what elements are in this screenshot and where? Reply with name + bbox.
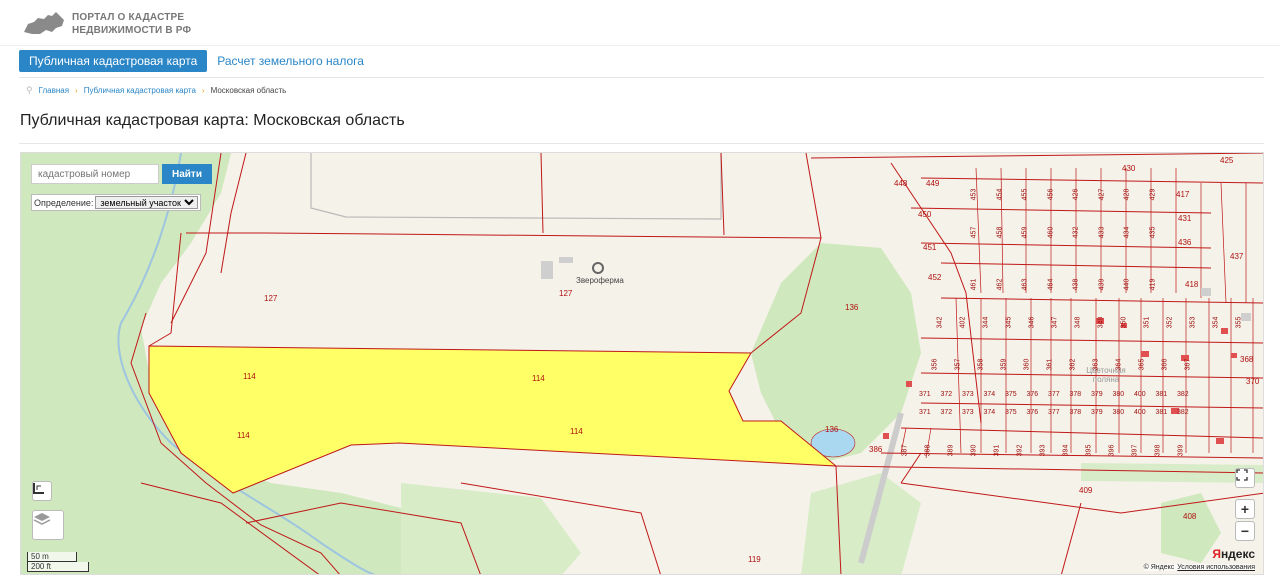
ruler-icon xyxy=(33,483,44,494)
page-title: Публичная кадастровая карта: Московская … xyxy=(20,112,405,129)
fullscreen-icon xyxy=(1236,469,1248,481)
zoom-out-button[interactable]: − xyxy=(1235,521,1255,541)
scale-meters: 50 m xyxy=(27,552,77,562)
breadcrumb-separator-icon: › xyxy=(75,86,78,95)
zoom-in-button[interactable]: + xyxy=(1235,499,1255,519)
site-header: ПОРТАЛ О КАДАСТРЕ НЕДВИЖИМОСТИ В РФ xyxy=(22,6,191,42)
map-scale: 50 m 200 ft xyxy=(27,552,89,572)
logo-line1: ПОРТАЛ О КАДАСТРЕ xyxy=(72,12,185,23)
main-nav: Публичная кадастровая карта Расчет земел… xyxy=(19,50,374,72)
location-pin-icon: ⚲ xyxy=(26,85,33,95)
layers-icon xyxy=(33,513,51,525)
nav-divider xyxy=(19,77,1264,78)
fullscreen-button[interactable] xyxy=(1235,468,1255,488)
breadcrumb: ⚲ Главная › Публичная кадастровая карта … xyxy=(26,85,286,96)
map-canvas[interactable] xyxy=(21,153,1264,575)
logo-line2: НЕДВИЖИМОСТИ В РФ xyxy=(72,25,192,36)
breadcrumb-home[interactable]: Главная xyxy=(39,86,69,95)
tab-land-tax[interactable]: Расчет земельного налога xyxy=(207,50,374,72)
cadastral-number-input[interactable] xyxy=(31,164,159,184)
tab-cadastral-map[interactable]: Публичная кадастровая карта xyxy=(19,50,208,72)
map-copyright: © Яндекс Условия использования xyxy=(1143,564,1255,571)
breadcrumb-separator-icon: › xyxy=(201,86,205,95)
cadastral-map[interactable]: Звероферма Цветочная поляна 127 127 136 … xyxy=(20,152,1264,575)
title-divider xyxy=(19,143,1264,144)
breadcrumb-current: Московская область xyxy=(210,86,287,95)
scale-feet: 200 ft xyxy=(27,562,89,572)
terms-link[interactable]: Условия использования xyxy=(1177,564,1255,571)
header-divider xyxy=(0,45,1280,46)
search-button[interactable]: Найти xyxy=(162,164,212,184)
layers-button[interactable] xyxy=(32,510,64,540)
definition-label: Определение: xyxy=(34,197,94,208)
ruler-button[interactable] xyxy=(32,481,52,501)
breadcrumb-cadastral-map[interactable]: Публичная кадастровая карта xyxy=(84,86,196,95)
yandex-logo: Яндекс xyxy=(1212,547,1255,561)
russia-map-icon xyxy=(24,12,64,34)
definition-select[interactable]: земельный участок xyxy=(95,196,199,209)
definition-control: Определение: земельный участок xyxy=(31,194,202,211)
search-bar: Найти xyxy=(31,164,212,184)
copyright-text: © Яндекс xyxy=(1143,564,1175,571)
site-logo-text[interactable]: ПОРТАЛ О КАДАСТРЕ НЕДВИЖИМОСТИ В РФ xyxy=(72,11,191,37)
